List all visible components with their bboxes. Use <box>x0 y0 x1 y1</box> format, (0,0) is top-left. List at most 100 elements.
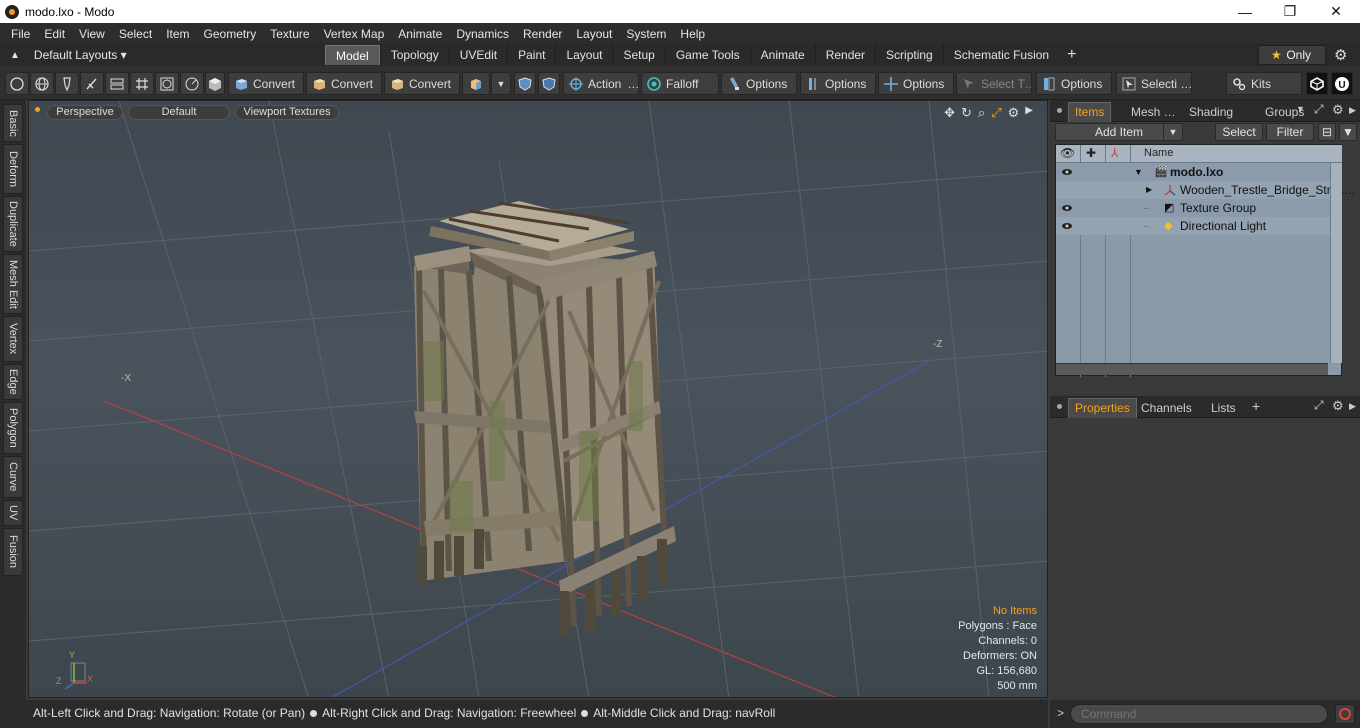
eye-icon[interactable] <box>1061 166 1073 178</box>
only-toggle[interactable]: ★ Only <box>1258 45 1326 65</box>
eye-icon[interactable] <box>1061 220 1073 232</box>
menu-edit[interactable]: Edit <box>37 27 72 41</box>
menu-animate[interactable]: Animate <box>391 27 449 41</box>
vtab-basic[interactable]: Basic <box>3 104 23 142</box>
expand-arrow-icon[interactable]: ▼ <box>1134 163 1143 181</box>
vtab-edge[interactable]: Edge <box>3 364 23 400</box>
tab-model[interactable]: Model <box>325 45 380 65</box>
unity-button[interactable] <box>1306 72 1328 95</box>
menu-file[interactable]: File <box>4 27 37 41</box>
pen-mode-button[interactable] <box>55 72 79 95</box>
tabs-dropdown-icon[interactable]: ▼ <box>1296 104 1305 114</box>
convert-button-2[interactable]: Convert <box>306 72 382 95</box>
menu-select[interactable]: Select <box>112 27 159 41</box>
expand-arrow-icon[interactable]: ▶ <box>1146 181 1152 199</box>
tab-layout[interactable]: Layout <box>555 45 612 65</box>
kits-button[interactable]: Kits <box>1226 72 1302 95</box>
menu-layout[interactable]: Layout <box>569 27 619 41</box>
3d-viewport[interactable]: -X -Z Y Z X Perspective Default Viewport… <box>28 100 1048 698</box>
cube-tool-dropdown[interactable]: ▼ <box>491 72 511 95</box>
viewport-expand-icon[interactable]: ▶ <box>1025 105 1033 121</box>
rotate-icon[interactable]: ↻ <box>961 105 972 121</box>
vtab-deform[interactable]: Deform <box>3 144 23 194</box>
menu-render[interactable]: Render <box>516 27 569 41</box>
expand-panel-icon[interactable]: ⤢ <box>1314 398 1324 413</box>
tab-render[interactable]: Render <box>814 45 875 65</box>
selection-sets-button[interactable]: Selecti … <box>1116 72 1192 95</box>
select-through-button[interactable]: Select T… <box>956 72 1032 95</box>
globe-mode-button[interactable] <box>30 72 54 95</box>
menu-dynamics[interactable]: Dynamics <box>449 27 516 41</box>
menu-help[interactable]: Help <box>673 27 712 41</box>
tab-paint[interactable]: Paint <box>507 45 555 65</box>
vtab-duplicate[interactable]: Duplicate <box>3 196 23 252</box>
list-item-texture-group[interactable]: -· ◩ Texture Group <box>1056 199 1342 217</box>
view-type-dropdown[interactable]: Perspective <box>47 105 123 120</box>
maximize-button[interactable]: ❐ <box>1267 0 1313 23</box>
funnel-icon[interactable]: ▼ <box>1339 123 1357 141</box>
unreal-button[interactable]: U <box>1331 72 1353 95</box>
tab-uvedit[interactable]: UVEdit <box>448 45 507 65</box>
tab-scripting[interactable]: Scripting <box>875 45 943 65</box>
add-tab-button[interactable]: + <box>1059 45 1084 65</box>
pan-icon[interactable]: ✥ <box>944 105 955 121</box>
menu-geometry[interactable]: Geometry <box>197 27 264 41</box>
panel-menu-dot[interactable] <box>1057 404 1062 409</box>
polygons-mode-button[interactable] <box>130 72 154 95</box>
type-column-icon[interactable]: ⅄ <box>1111 146 1118 160</box>
snapping-options-button[interactable]: Options <box>721 72 797 95</box>
list-item-modo-lxo[interactable]: ▼ 🎬 modo.lxo <box>1056 163 1342 181</box>
panel-arrow-icon[interactable]: ▶ <box>1349 105 1356 116</box>
tab-animate[interactable]: Animate <box>749 45 815 65</box>
command-input[interactable] <box>1070 704 1328 724</box>
expand-panel-icon[interactable]: ⤢ <box>1314 102 1324 117</box>
panel-gear-icon[interactable]: ⚙ <box>1332 398 1344 414</box>
record-macro-icon[interactable] <box>1335 704 1355 724</box>
close-button[interactable]: ✕ <box>1313 0 1359 23</box>
add-item-dropdown[interactable]: ▼ <box>1163 123 1183 141</box>
list-options-button[interactable]: ⊟ <box>1318 123 1336 141</box>
tab-mesh[interactable]: Mesh … <box>1124 102 1183 122</box>
options-button-2[interactable]: Options <box>800 72 876 95</box>
list-item-wooden-trestle[interactable]: ▶ Wooden_Trestle_Bridge_Struc… <box>1056 181 1355 199</box>
add-panel-tab-button[interactable]: + <box>1252 398 1260 414</box>
menu-item[interactable]: Item <box>159 27 196 41</box>
tab-topology[interactable]: Topology <box>379 45 449 65</box>
vtab-polygon[interactable]: Polygon <box>3 402 23 454</box>
vtab-curve[interactable]: Curve <box>3 456 23 498</box>
tab-lists[interactable]: Lists <box>1204 398 1243 418</box>
vtab-vertex[interactable]: Vertex <box>3 316 23 362</box>
tab-schematic-fusion[interactable]: Schematic Fusion <box>942 45 1059 65</box>
minimize-button[interactable]: — <box>1222 0 1268 23</box>
gear-icon[interactable]: ⚙ <box>1334 46 1347 64</box>
options-button-4[interactable]: Options <box>1036 72 1112 95</box>
tab-properties[interactable]: Properties <box>1068 398 1137 418</box>
tab-channels[interactable]: Channels <box>1134 398 1199 418</box>
tab-shading[interactable]: Shading <box>1182 102 1240 122</box>
viewport-menu-dot[interactable] <box>35 107 40 112</box>
panel-menu-dot[interactable] <box>1057 108 1062 113</box>
filter-button[interactable]: Filter <box>1266 123 1314 141</box>
vertices-mode-button[interactable] <box>5 72 29 95</box>
panel-arrow-icon[interactable]: ▶ <box>1349 401 1356 412</box>
brush-mode-button[interactable] <box>80 72 104 95</box>
convert-button-3[interactable]: Convert <box>384 72 460 95</box>
edges-mode-button[interactable] <box>105 72 129 95</box>
workplane-button[interactable] <box>538 72 560 95</box>
select-button[interactable]: Select <box>1215 123 1263 141</box>
shade-mode-button[interactable] <box>205 72 225 95</box>
lock-column-icon[interactable]: ✚ <box>1086 146 1096 160</box>
list-item-directional-light[interactable]: -· ◆ Directional Light <box>1056 217 1342 235</box>
tab-setup[interactable]: Setup <box>612 45 664 65</box>
vtab-fusion[interactable]: Fusion <box>3 528 23 576</box>
maximize-viewport-icon[interactable]: ⤢ <box>991 105 1001 121</box>
menu-system[interactable]: System <box>619 27 673 41</box>
layouts-dropdown[interactable]: Default Layouts ▾ <box>34 48 127 62</box>
options-button-3[interactable]: Options <box>878 72 954 95</box>
falloff-button[interactable]: Falloff <box>641 72 719 95</box>
collapse-up-icon[interactable]: ▲ <box>10 50 20 61</box>
vertical-scrollbar[interactable] <box>1330 163 1342 363</box>
pivot-mode-button[interactable] <box>180 72 204 95</box>
tab-items[interactable]: Items <box>1068 102 1112 122</box>
menu-view[interactable]: View <box>72 27 112 41</box>
